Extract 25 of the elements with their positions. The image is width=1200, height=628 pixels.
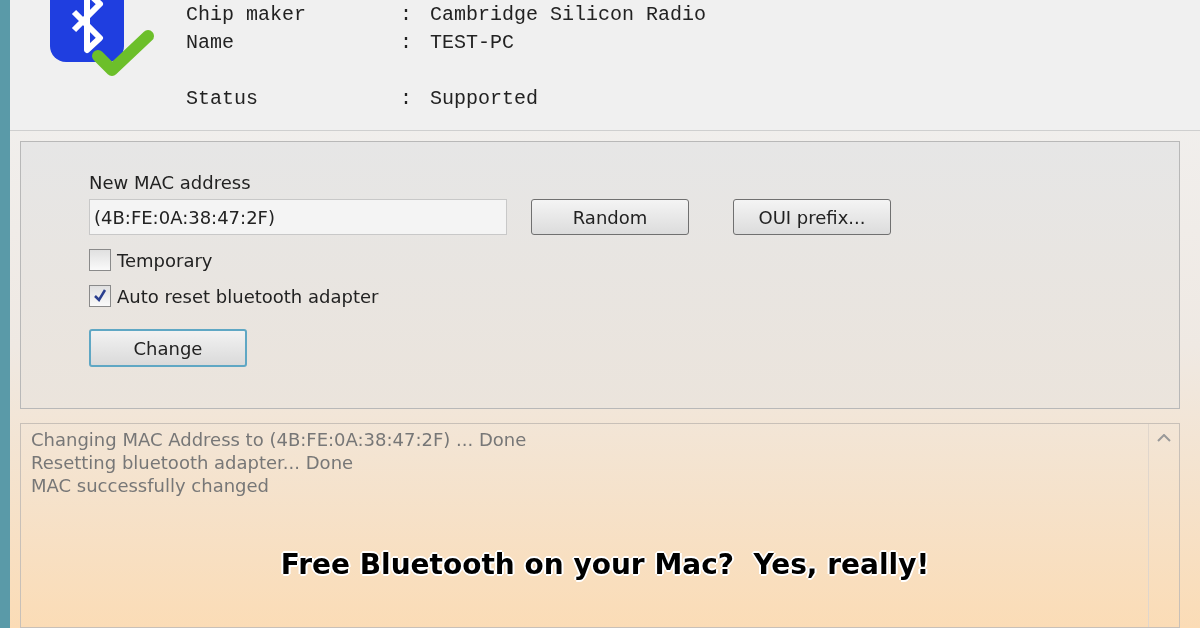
separator: : [400, 86, 413, 110]
checkbox-label: Temporary [117, 249, 213, 271]
checkbox[interactable] [89, 285, 111, 307]
info-label: Status [186, 86, 259, 110]
checkbox[interactable] [89, 249, 111, 271]
change-button[interactable]: Change [89, 329, 247, 367]
separator: : [400, 2, 413, 26]
info-value: Cambridge Silicon Radio [430, 2, 707, 26]
random-button[interactable]: Random [531, 199, 689, 235]
info-value: Supported [430, 86, 539, 110]
info-value: TEST-PC [430, 30, 514, 54]
mac-address-field[interactable]: (4B:FE:0A:38:47:2F) [89, 199, 507, 235]
separator: : [400, 30, 413, 54]
log-line: MAC successfully changed [31, 474, 271, 497]
checkmark-icon [92, 288, 108, 304]
caption: Free Bluetooth on your Mac? Yes, really! [280, 548, 930, 581]
info-label: Name [186, 30, 235, 54]
checkbox-label: Auto reset bluetooth adapter [117, 285, 379, 307]
scroll-up-icon[interactable] [1157, 434, 1171, 442]
info-label: Chip maker [186, 2, 308, 26]
log-line: Resetting bluetooth adapter... Done [31, 451, 355, 474]
field-label: New MAC address [89, 172, 252, 193]
oui-prefix-button[interactable]: OUI prefix... [733, 199, 891, 235]
bluetooth-check-icon [50, 0, 154, 76]
log-line: Changing MAC Address to (4B:FE:0A:38:47:2F) ... Done [31, 428, 528, 451]
